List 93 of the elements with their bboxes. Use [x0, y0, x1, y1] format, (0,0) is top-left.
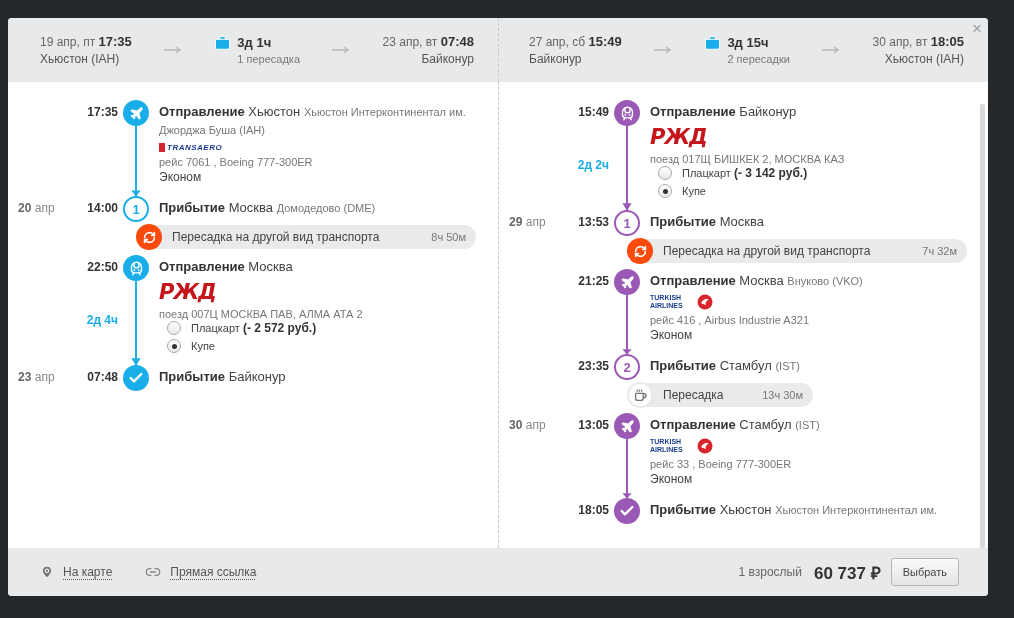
bird-logo-icon — [697, 438, 713, 454]
stop-title: Отправление Байконур — [650, 103, 798, 121]
stop-title: Отправление Хьюстон Хьюстон Интерконтинентал им. Джорджа Буша (IAH) — [159, 103, 467, 138]
departure-city: Байконур — [529, 52, 582, 66]
cabin-class: Эконом — [650, 328, 694, 342]
time-label: 13:05 — [578, 417, 609, 432]
plane-icon — [128, 105, 144, 121]
fare-label: Купе — [682, 185, 706, 197]
time-label: 13:53 — [578, 214, 609, 229]
plane-icon — [619, 274, 635, 290]
departure-city: Хьюстон (IAH) — [40, 52, 120, 66]
trip-info: рейс 416 , Airbus Industrie A321 — [650, 314, 811, 326]
bird-logo-icon — [697, 294, 713, 310]
scrollbar[interactable] — [980, 104, 985, 548]
date-label: 20 апр — [18, 201, 55, 215]
stop-title: Прибытие Байконур — [159, 368, 287, 386]
coffee-icon — [633, 388, 647, 402]
radio-button[interactable] — [658, 166, 672, 180]
radio-button[interactable] — [658, 184, 672, 198]
trip-info: рейс 7061 , Boeing 777-300ER — [159, 156, 314, 168]
date-label: 23 апр — [18, 370, 55, 384]
arrow-icon — [164, 46, 183, 54]
suitcase-icon — [704, 35, 722, 52]
fare-option[interactable]: Купе — [658, 184, 980, 198]
railway-logo: РЖД — [159, 280, 216, 304]
transfer-count: 2 пересадки — [727, 53, 790, 65]
arrow-icon — [332, 46, 351, 54]
footer-link[interactable]: Прямая ссылка — [145, 564, 257, 580]
departure-datetime: 19 апр, пт 17:35 — [40, 34, 132, 49]
stop-title: Прибытие Москва Домодедово (DME) — [159, 199, 377, 217]
stop-number: 2 — [614, 354, 640, 380]
time-label: 22:50 — [87, 259, 118, 274]
stop-title: Прибытие Стамбул (IST) — [650, 357, 801, 375]
travel-duration: 2д 4ч — [86, 312, 118, 327]
trip-duration: 3д 15ч — [727, 35, 770, 50]
arrival-datetime: 23 апр, вт 07:48 — [382, 34, 474, 49]
time-label: 18:05 — [578, 502, 609, 517]
train-icon — [128, 260, 144, 276]
radio-button[interactable] — [167, 339, 181, 353]
stop-number: 1 — [614, 210, 640, 236]
transfer-text: Пересадка на другой вид транспорта — [663, 244, 872, 258]
arrow-icon — [822, 46, 841, 54]
train-icon — [619, 105, 635, 121]
trip-info: рейс 33 , Boeing 777-300ER — [650, 458, 793, 470]
stop-number: 1 — [123, 196, 149, 222]
arrival-datetime: 30 апр, вт 18:05 — [872, 34, 964, 49]
time-label: 21:25 — [578, 273, 609, 288]
fare-option[interactable]: Плацкарт (- 3 142 руб.) — [658, 166, 980, 180]
date-label: 30 апр — [509, 418, 546, 432]
transfer-text: Пересадка — [663, 388, 725, 402]
fare-option[interactable]: Плацкарт (- 2 572 руб.) — [167, 321, 498, 335]
stop-title: Отправление Стамбул (IST) — [650, 416, 821, 434]
fare-label: Купе — [191, 340, 215, 352]
select-button[interactable]: Выбрать — [890, 558, 959, 586]
footer-link[interactable]: На карте — [40, 565, 113, 579]
cabin-class: Эконом — [650, 472, 694, 486]
plane-icon — [619, 418, 635, 434]
stop-title: Прибытие Хьюстон Хьюстон Интерконтинентал им. — [650, 501, 939, 519]
suitcase-icon — [214, 35, 232, 52]
trip-info: поезд 017Щ БИШКЕК 2, МОСКВА КАЗ — [650, 153, 846, 165]
transfer-duration: 7ч 32м — [922, 245, 957, 257]
travel-duration: 2д 2ч — [577, 157, 609, 172]
stop-title: Прибытие Москва — [650, 213, 765, 231]
passenger-count: 1 взрослый — [738, 565, 802, 579]
transfer-text: Пересадка на другой вид транспорта — [172, 230, 381, 244]
arrow-icon — [654, 46, 673, 54]
arrival-city: Байконур — [421, 52, 474, 66]
stop-title: Отправление Москва Внуково (VKO) — [650, 272, 864, 290]
time-label: 07:48 — [87, 369, 118, 384]
transfer-duration: 8ч 50м — [431, 231, 466, 243]
airline-logo: TRANSAERO — [159, 143, 223, 152]
time-label: 14:00 — [87, 200, 118, 215]
fare-label: Плацкарт (- 2 572 руб.) — [191, 321, 317, 335]
fare-option[interactable]: Купе — [167, 339, 498, 353]
swap-icon — [142, 230, 156, 244]
departure-datetime: 27 апр, сб 15:49 — [529, 34, 622, 49]
time-label: 17:35 — [87, 104, 118, 119]
time-label: 15:49 — [578, 104, 609, 119]
fare-label: Плацкарт (- 3 142 руб.) — [682, 166, 808, 180]
transfer-duration: 13ч 30м — [762, 389, 803, 401]
radio-button[interactable] — [167, 321, 181, 335]
swap-icon — [633, 244, 647, 258]
arrival-city: Хьюстон (IAH) — [884, 52, 964, 66]
time-label: 23:35 — [578, 358, 609, 373]
transfer-count: 1 пересадка — [237, 53, 301, 65]
trip-info: поезд 007Ц МОСКВА ПАВ, АЛМА АТА 2 — [159, 308, 364, 320]
date-label: 29 апр — [509, 215, 546, 229]
trip-duration: 3д 1ч — [237, 35, 273, 50]
stop-title: Отправление Москва — [159, 258, 294, 276]
total-price: 60 737 ₽ — [813, 562, 881, 584]
cabin-class: Эконом — [159, 170, 203, 184]
railway-logo: РЖД — [650, 125, 707, 149]
map-pin-icon — [40, 565, 54, 579]
